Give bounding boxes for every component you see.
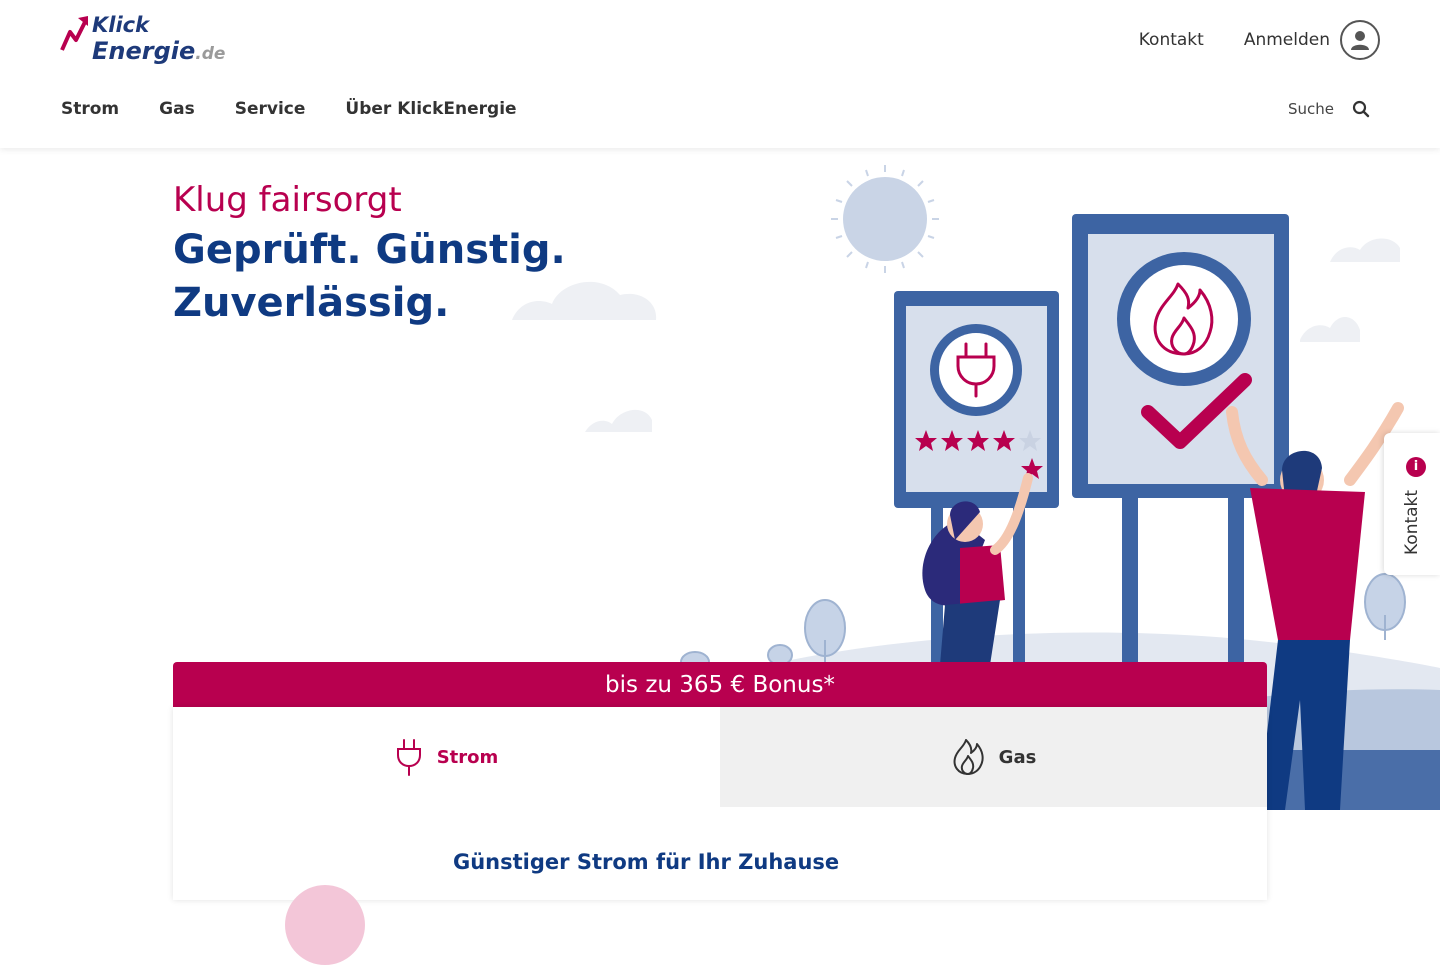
- decorative-blob: [285, 885, 365, 965]
- tab-strom[interactable]: Strom: [173, 707, 720, 807]
- search-button[interactable]: Suche: [1288, 100, 1370, 118]
- logo[interactable]: Klick Energie.de: [60, 12, 225, 70]
- logo-line1: Klick: [92, 13, 150, 37]
- nav-item-gas[interactable]: Gas: [159, 99, 195, 119]
- tariff-card: Strom Gas Günstiger Strom für Ihr Zuhaus…: [173, 707, 1267, 965]
- nav-item-service[interactable]: Service: [235, 99, 306, 119]
- logo-arrow-icon: [60, 16, 88, 51]
- side-contact-label: Kontakt: [1402, 489, 1422, 555]
- contact-link[interactable]: Kontakt: [1139, 30, 1204, 50]
- nav-item-strom[interactable]: Strom: [61, 99, 119, 119]
- headline-line2: Zuverlässig.: [173, 280, 450, 326]
- logo-line2: Energie: [92, 37, 196, 65]
- tab-gas-label: Gas: [998, 746, 1037, 768]
- site-header: Klick Energie.de Kontakt Anmelden Strom …: [0, 0, 1440, 148]
- flame-icon: [953, 739, 984, 775]
- hero-tagline: Klug fairsorgt: [173, 180, 402, 220]
- logo-wordmark: Klick Energie.de: [92, 12, 225, 67]
- headline-line1: Geprüft. Günstig.: [173, 227, 566, 273]
- side-contact-tab[interactable]: i Kontakt: [1384, 433, 1440, 575]
- login-label: Anmelden: [1243, 30, 1330, 50]
- nav-item-about[interactable]: Über KlickEnergie: [345, 99, 516, 119]
- sun-icon: [831, 165, 939, 273]
- user-icon: [1340, 20, 1380, 60]
- login-button[interactable]: Anmelden: [1244, 20, 1380, 60]
- tab-gas[interactable]: Gas: [720, 707, 1267, 807]
- bonus-banner: bis zu 365 € Bonus*: [173, 662, 1267, 708]
- logo-suffix: .de: [195, 44, 226, 64]
- tariff-title: Günstiger Strom für Ihr Zuhause: [453, 850, 840, 874]
- info-icon: i: [1406, 457, 1426, 477]
- search-icon: [1352, 100, 1370, 118]
- search-label: Suche: [1287, 100, 1334, 118]
- top-links: Kontakt Anmelden: [1099, 20, 1380, 60]
- tab-strom-label: Strom: [436, 746, 499, 768]
- plug-icon: [396, 739, 421, 776]
- main-nav: Strom Gas Service Über KlickEnergie: [61, 99, 557, 119]
- hero-headline: Geprüft. Günstig. Zuverlässig.: [173, 224, 733, 330]
